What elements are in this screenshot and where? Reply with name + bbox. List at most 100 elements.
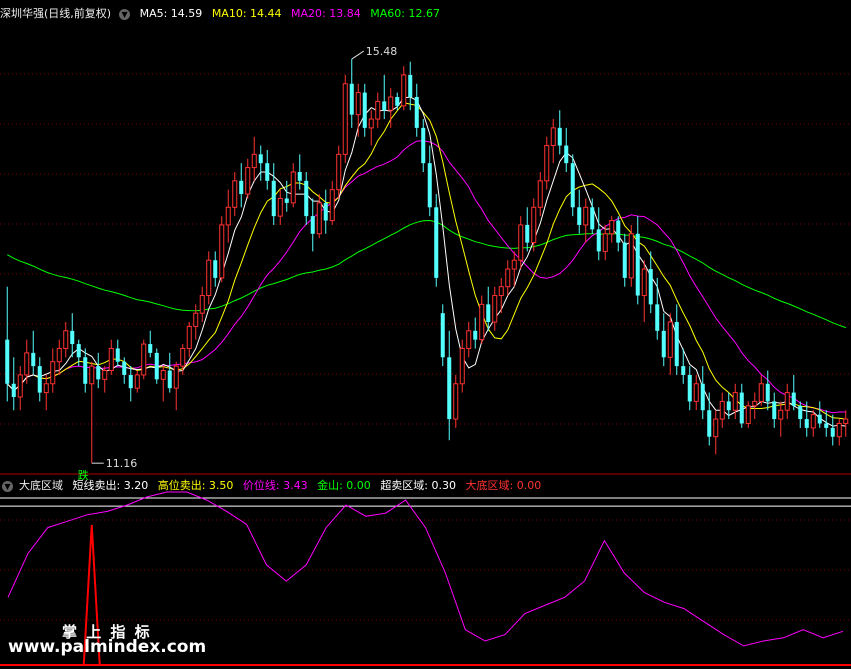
candle-down bbox=[408, 74, 413, 97]
chevron-down-icon[interactable]: ▼ bbox=[119, 8, 131, 20]
candle-up bbox=[459, 347, 465, 385]
high-pointer bbox=[351, 50, 365, 60]
candle-up bbox=[342, 83, 348, 155]
candle-down bbox=[297, 172, 302, 181]
candle-down bbox=[447, 357, 452, 420]
candle-down bbox=[648, 269, 653, 305]
gold-mountain-value: 金山: 0.00 bbox=[317, 479, 371, 492]
candle-down bbox=[486, 304, 491, 322]
candle-up bbox=[56, 347, 62, 363]
candle-up bbox=[232, 180, 238, 208]
grid-lines bbox=[0, 73, 851, 666]
candle-up bbox=[641, 268, 647, 297]
candle-down bbox=[213, 260, 218, 278]
candle-down bbox=[557, 127, 562, 146]
candle-up bbox=[206, 259, 212, 297]
candle-down bbox=[148, 344, 153, 353]
candle-down bbox=[622, 242, 627, 278]
ma10-value: MA10: 14.44 bbox=[211, 7, 282, 20]
candle-down bbox=[661, 330, 666, 358]
bottom-zone-value: 大底区域: 0.00 bbox=[465, 479, 542, 492]
candle-up bbox=[719, 400, 725, 420]
candle-up bbox=[843, 418, 849, 424]
candle-down bbox=[681, 366, 686, 375]
stock-title[interactable]: 深圳华强(日线,前复权) bbox=[0, 7, 111, 20]
candle-up bbox=[498, 286, 504, 297]
candle-down bbox=[265, 163, 270, 181]
candle-up bbox=[316, 202, 322, 235]
candle-up bbox=[329, 189, 335, 222]
candle-down bbox=[258, 154, 263, 164]
candle-down bbox=[798, 405, 803, 420]
candle-up bbox=[531, 206, 537, 244]
candle-down bbox=[128, 374, 133, 389]
candle-up bbox=[745, 405, 751, 424]
high-sell-value: 高位卖出: 3.50 bbox=[157, 479, 234, 492]
watermark-url: www.palmindex.com bbox=[8, 637, 207, 657]
candle-up bbox=[245, 167, 251, 195]
ma60-value: MA60: 12.67 bbox=[370, 7, 440, 20]
candle-up bbox=[355, 92, 361, 116]
candle-up bbox=[778, 409, 784, 420]
candle-up bbox=[108, 347, 114, 372]
candle-down bbox=[655, 304, 660, 331]
main-chart-header: 深圳华强(日线,前复权) ▼ MA5: 14.59 MA10: 14.44 MA2… bbox=[0, 6, 446, 22]
candle-up bbox=[628, 233, 634, 279]
candle-down bbox=[11, 383, 16, 397]
candle-up bbox=[24, 352, 30, 376]
candle-up bbox=[511, 259, 517, 270]
indicator-name[interactable]: 大底区域 bbox=[19, 479, 63, 492]
candle-down bbox=[700, 383, 705, 411]
price-line-value: 价位线: 3.43 bbox=[242, 479, 308, 492]
candle-up bbox=[466, 330, 472, 349]
candle-up bbox=[518, 224, 524, 261]
oversold-zone-value: 超卖区域: 0.30 bbox=[380, 479, 457, 492]
candle-up bbox=[180, 347, 186, 367]
candle-down bbox=[284, 198, 289, 203]
candle-up bbox=[89, 365, 95, 385]
candle-up bbox=[368, 118, 374, 129]
candle-down bbox=[570, 163, 575, 208]
candle-up bbox=[388, 96, 394, 111]
candle-down bbox=[687, 374, 692, 402]
candle-up bbox=[43, 383, 49, 394]
candle-down bbox=[76, 344, 81, 358]
chevron-down-icon[interactable]: ▼ bbox=[2, 480, 13, 492]
high-price-label: 15.48 bbox=[366, 45, 398, 58]
candle-down bbox=[70, 330, 75, 345]
candle-down bbox=[414, 97, 419, 128]
candle-up bbox=[505, 268, 511, 288]
candle-down bbox=[434, 207, 439, 278]
candle-down bbox=[96, 366, 101, 380]
candle-up bbox=[251, 153, 257, 169]
candle-up bbox=[375, 100, 381, 120]
candle-up bbox=[537, 180, 543, 208]
candle-up bbox=[758, 383, 764, 402]
candle-up bbox=[583, 206, 589, 226]
short-sell-value: 短线卖出: 3.20 bbox=[72, 479, 149, 492]
candle-up bbox=[784, 392, 790, 411]
candle-down bbox=[395, 97, 400, 106]
candle-down bbox=[590, 207, 595, 230]
candle-up bbox=[550, 127, 556, 147]
candle-up bbox=[667, 321, 673, 358]
candle-down bbox=[154, 352, 159, 380]
candle-down bbox=[382, 101, 387, 111]
candle-down bbox=[427, 163, 432, 208]
candle-down bbox=[824, 423, 829, 428]
candle-down bbox=[440, 313, 445, 358]
candle-up bbox=[199, 295, 205, 314]
candle-down bbox=[635, 233, 640, 296]
low-price-label: 11.16 bbox=[106, 457, 138, 470]
candle-up bbox=[836, 422, 842, 438]
candle-down bbox=[349, 83, 354, 115]
candle-up bbox=[277, 197, 283, 217]
candle-down bbox=[830, 427, 835, 437]
candle-down bbox=[5, 339, 10, 384]
candle-down bbox=[804, 419, 809, 428]
candle-down bbox=[707, 410, 712, 437]
price-annotations: 15.48 11.16 跌 bbox=[78, 45, 398, 482]
candle-up bbox=[810, 414, 816, 429]
candle-down bbox=[122, 361, 127, 375]
ma5-line bbox=[6, 96, 846, 427]
